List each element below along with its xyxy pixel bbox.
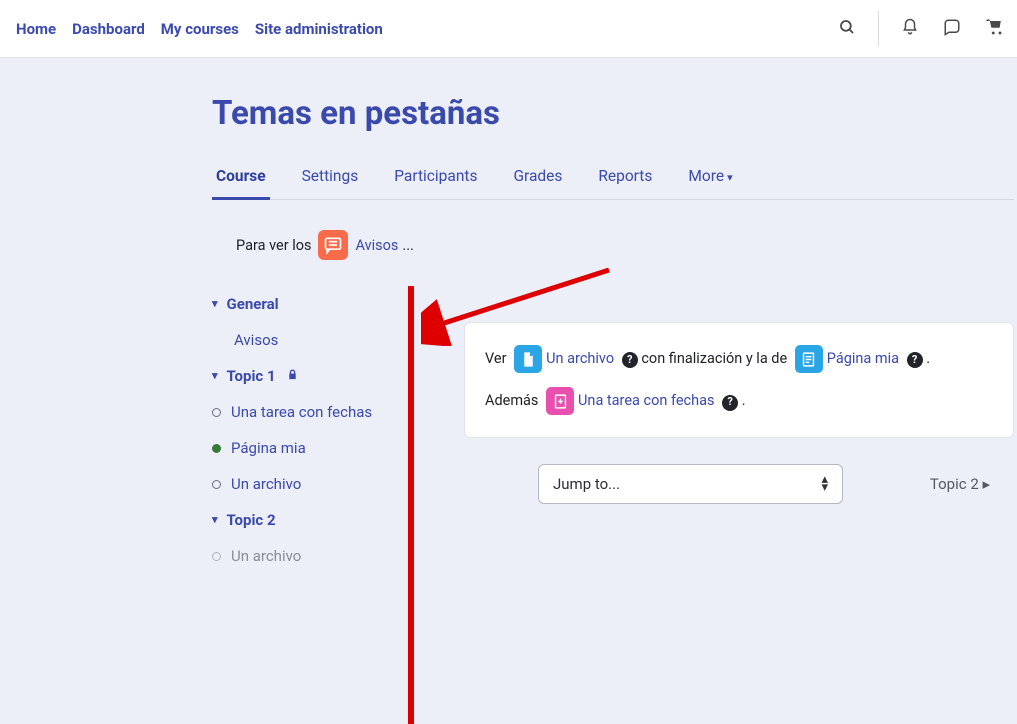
nav-mycourses[interactable]: My courses: [153, 12, 247, 46]
help-icon[interactable]: ?: [622, 352, 638, 368]
tab-settings[interactable]: Settings: [298, 157, 363, 199]
line1-mid: con finalización y la de: [641, 350, 787, 367]
lock-icon: [287, 369, 298, 383]
tab-more[interactable]: More▾: [684, 157, 736, 199]
completion-dot-done: [212, 444, 221, 453]
avisos-prefix: Para ver los: [236, 237, 311, 254]
tab-grades[interactable]: Grades: [509, 157, 566, 199]
section-content: Ver Un archivo ? con finalización y la d…: [464, 286, 1014, 574]
chevron-down-icon: ▾: [212, 297, 218, 310]
page-title: Temas en pestañas: [212, 94, 1014, 133]
index-pagina-label: Página mia: [231, 439, 306, 457]
container: Temas en pestañas Course Settings Partic…: [188, 94, 1014, 574]
section-general-title: General: [227, 295, 279, 313]
help-icon[interactable]: ?: [722, 395, 738, 411]
summary-line2: Además Una tarea con fechas ? .: [485, 387, 993, 415]
index-archivo2[interactable]: Un archivo: [212, 538, 408, 574]
page-icon: [795, 345, 823, 373]
forum-icon: [318, 230, 348, 260]
navbar-links: Home Dashboard My courses Site administr…: [8, 12, 391, 46]
index-archivo1[interactable]: Un archivo: [212, 466, 408, 502]
columns: ▾ General Avisos ▾ Topic 1 Una tarea con…: [188, 286, 1014, 574]
summary-line1: Ver Un archivo ? con finalización y la d…: [485, 345, 993, 373]
course-tabs: Course Settings Participants Grades Repo…: [212, 157, 1014, 200]
nav-dashboard[interactable]: Dashboard: [64, 12, 153, 46]
line1-end: .: [926, 350, 930, 367]
help-icon[interactable]: ?: [907, 352, 923, 368]
annotation-red-line: [408, 286, 414, 724]
next-section-link[interactable]: Topic 2 ▸: [930, 475, 990, 493]
avisos-link[interactable]: Avisos: [355, 237, 398, 254]
index-avisos[interactable]: Avisos: [212, 322, 408, 358]
completion-dot: [212, 408, 221, 417]
page-body: Temas en pestañas Course Settings Partic…: [0, 58, 1017, 574]
line1-prefix: Ver: [485, 350, 507, 367]
top-navbar: Home Dashboard My courses Site administr…: [0, 0, 1017, 58]
line2-prefix: Además: [485, 392, 538, 409]
jump-bar: Jump to... ▴▾ Topic 2 ▸: [538, 464, 1014, 504]
section-topic1-title: Topic 1: [227, 367, 276, 385]
assignment-icon: [546, 387, 574, 415]
jump-placeholder: Jump to...: [553, 475, 620, 493]
nav-siteadmin[interactable]: Site administration: [247, 12, 391, 46]
bell-icon[interactable]: [895, 14, 925, 44]
line2-end: .: [742, 392, 746, 409]
page-link[interactable]: Página mia: [827, 350, 899, 367]
jump-select[interactable]: Jump to... ▴▾: [538, 464, 843, 504]
completion-dot: [212, 480, 221, 489]
summary-card: Ver Un archivo ? con finalización y la d…: [464, 322, 1014, 438]
chevron-down-icon: ▾: [727, 171, 733, 184]
completion-dot: [212, 552, 221, 561]
search-icon[interactable]: [832, 14, 862, 44]
select-caret-icon: ▴▾: [821, 476, 828, 492]
index-archivo2-label: Un archivo: [231, 547, 301, 565]
avisos-summary: Para ver los Avisos ...: [236, 230, 1014, 260]
index-archivo1-label: Un archivo: [231, 475, 301, 493]
nav-home[interactable]: Home: [8, 12, 64, 46]
section-topic1[interactable]: ▾ Topic 1: [212, 358, 408, 394]
messages-icon[interactable]: [937, 14, 967, 44]
index-tarea-label: Una tarea con fechas: [231, 403, 372, 421]
assign-link[interactable]: Una tarea con fechas: [578, 392, 714, 409]
index-pagina[interactable]: Página mia: [212, 430, 408, 466]
tab-reports[interactable]: Reports: [594, 157, 656, 199]
file-link[interactable]: Un archivo: [546, 350, 614, 367]
course-index: ▾ General Avisos ▾ Topic 1 Una tarea con…: [188, 286, 408, 574]
navbar-divider: [878, 11, 879, 47]
navbar-icons: [832, 11, 1009, 47]
index-tarea[interactable]: Una tarea con fechas: [212, 394, 408, 430]
tab-course[interactable]: Course: [212, 157, 270, 199]
section-topic2-title: Topic 2: [227, 511, 276, 529]
file-icon: [514, 345, 542, 373]
tab-more-label: More: [688, 167, 724, 185]
next-label: Topic 2: [930, 475, 979, 493]
cart-icon[interactable]: [979, 14, 1009, 44]
tab-participants[interactable]: Participants: [390, 157, 481, 199]
avisos-suffix: ...: [402, 237, 413, 254]
chevron-down-icon: ▾: [212, 513, 218, 526]
section-general[interactable]: ▾ General: [212, 286, 408, 322]
chevron-down-icon: ▾: [212, 369, 218, 382]
section-topic2[interactable]: ▾ Topic 2: [212, 502, 408, 538]
